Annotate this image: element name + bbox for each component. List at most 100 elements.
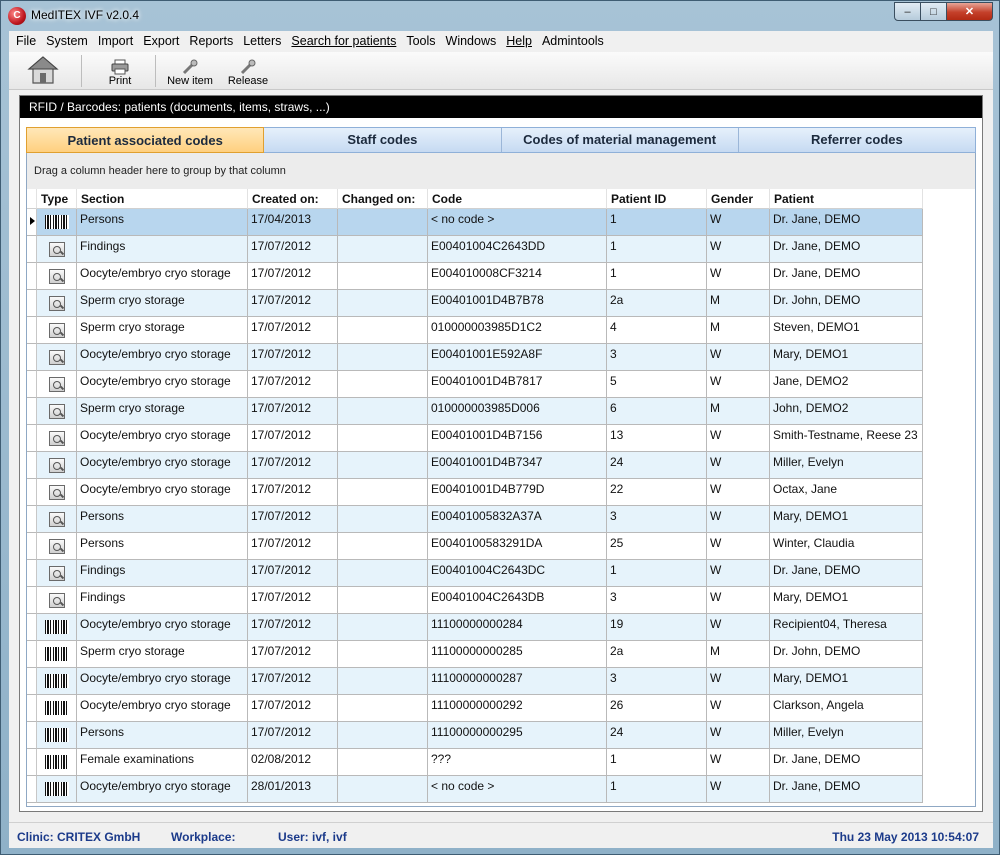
menu-file[interactable]: File xyxy=(11,31,41,51)
menu-import[interactable]: Import xyxy=(93,31,138,51)
column-header-section[interactable]: Section xyxy=(77,189,248,209)
table-row[interactable]: Persons 17/07/2012 E0040100583291DA 25 W Wint… xyxy=(27,533,923,560)
table-row[interactable]: Oocyte/embryo cryo storage 17/07/2012 E004… xyxy=(27,263,923,290)
tab-referrer-codes[interactable]: Referrer codes xyxy=(739,128,975,152)
tab-staff-codes[interactable]: Staff codes xyxy=(264,128,502,152)
row-indicator xyxy=(27,749,37,776)
status-bar: Clinic: CRITEX GmbH Workplace: User: ivf… xyxy=(9,822,993,848)
changed-cell xyxy=(338,425,428,452)
row-indicator xyxy=(27,371,37,398)
menu-windows[interactable]: Windows xyxy=(441,31,502,51)
column-header-patient[interactable]: Patient xyxy=(770,189,923,209)
created-cell: 17/07/2012 xyxy=(248,587,338,614)
type-cell xyxy=(37,371,77,398)
section-cell: Oocyte/embryo cryo storage xyxy=(77,695,248,722)
panel-title: RFID / Barcodes: patients (documents, it… xyxy=(20,96,982,118)
patient-id-cell: 2a xyxy=(607,641,707,668)
menu-tools[interactable]: Tools xyxy=(401,31,440,51)
patient-cell: Clarkson, Angela xyxy=(770,695,923,722)
menu-export[interactable]: Export xyxy=(138,31,184,51)
changed-cell xyxy=(338,452,428,479)
column-header-created-on[interactable]: Created on: xyxy=(248,189,338,209)
table-row[interactable]: Sperm cryo storage 17/07/2012 010000003985… xyxy=(27,398,923,425)
column-header-gender[interactable]: Gender xyxy=(707,189,770,209)
gender-cell: W xyxy=(707,371,770,398)
barcode-icon xyxy=(44,728,69,742)
table-row[interactable]: Oocyte/embryo cryo storage 17/07/2012 E004… xyxy=(27,344,923,371)
table-row[interactable]: Sperm cryo storage 17/07/2012 111000000002… xyxy=(27,641,923,668)
app-logo-icon[interactable]: C xyxy=(8,7,26,25)
table-row[interactable]: Oocyte/embryo cryo storage 17/07/2012 1110… xyxy=(27,695,923,722)
column-header-code[interactable]: Code xyxy=(428,189,607,209)
created-cell: 17/07/2012 xyxy=(248,398,338,425)
code-cell: 010000003985D1C2 xyxy=(428,317,607,344)
table-row[interactable]: Female examinations 02/08/2012??? 1 W Dr. Ja… xyxy=(27,749,923,776)
table-row[interactable]: Persons 17/07/2012 E00401005832A37A 3 W Mary,… xyxy=(27,506,923,533)
type-cell xyxy=(37,641,77,668)
section-cell: Oocyte/embryo cryo storage xyxy=(77,776,248,803)
tab-codes-of-material-management[interactable]: Codes of material management xyxy=(502,128,739,152)
section-cell: Sperm cryo storage xyxy=(77,290,248,317)
close-button[interactable]: ✕ xyxy=(946,2,993,21)
created-cell: 28/01/2013 xyxy=(248,776,338,803)
toolbar-separator xyxy=(81,55,82,87)
row-indicator xyxy=(27,614,37,641)
changed-cell xyxy=(338,344,428,371)
maximize-button[interactable]: □ xyxy=(920,2,947,21)
type-cell xyxy=(37,695,77,722)
group-by-area[interactable]: Drag a column header here to group by th… xyxy=(27,153,975,189)
column-header-patient-id[interactable]: Patient ID xyxy=(607,189,707,209)
menu-search-for-patients[interactable]: Search for patients xyxy=(286,31,401,51)
column-header-type[interactable]: Type xyxy=(37,189,77,209)
table-row[interactable]: Sperm cryo storage 17/07/2012 E00401001D4B… xyxy=(27,290,923,317)
type-cell xyxy=(37,533,77,560)
table-row[interactable]: Oocyte/embryo cryo storage 17/07/2012 1110… xyxy=(27,668,923,695)
table-row[interactable]: Findings 17/07/2012 E00401004C2643DC 1 W Dr. … xyxy=(27,560,923,587)
type-cell xyxy=(37,398,77,425)
menu-help[interactable]: Help xyxy=(501,31,537,51)
table-row[interactable]: Findings 17/07/2012 E00401004C2643DB 3 W Mary… xyxy=(27,587,923,614)
table-row[interactable]: Oocyte/embryo cryo storage 17/07/2012 E004… xyxy=(27,371,923,398)
home-icon[interactable] xyxy=(27,54,59,86)
changed-cell xyxy=(338,695,428,722)
table-row[interactable]: Oocyte/embryo cryo storage 17/07/2012 E004… xyxy=(27,425,923,452)
print-label: Print xyxy=(108,75,132,87)
table-row[interactable]: Persons 17/04/2013 < no code >1 W Dr. Jane, … xyxy=(27,209,923,236)
new-item-button[interactable]: New item xyxy=(165,52,215,90)
table-row[interactable]: Oocyte/embryo cryo storage 17/07/2012 E004… xyxy=(27,479,923,506)
patient-cell: Dr. John, DEMO xyxy=(770,641,923,668)
row-indicator xyxy=(27,560,37,587)
gender-cell: W xyxy=(707,263,770,290)
table-row[interactable]: Sperm cryo storage 17/07/2012 010000003985… xyxy=(27,317,923,344)
patient-id-cell: 19 xyxy=(607,614,707,641)
type-cell xyxy=(37,560,77,587)
menu-system[interactable]: System xyxy=(41,31,93,51)
gender-cell: M xyxy=(707,317,770,344)
gender-cell: W xyxy=(707,560,770,587)
column-header-changed-on[interactable]: Changed on: xyxy=(338,189,428,209)
tab-patient-associated-codes[interactable]: Patient associated codes xyxy=(26,127,265,153)
menu-reports[interactable]: Reports xyxy=(184,31,238,51)
rfid-tag-icon xyxy=(48,538,65,554)
type-cell xyxy=(37,344,77,371)
menu-letters[interactable]: Letters xyxy=(238,31,286,51)
patient-cell: Jane, DEMO2 xyxy=(770,371,923,398)
patient-id-cell: 3 xyxy=(607,506,707,533)
code-cell: E00401001E592A8F xyxy=(428,344,607,371)
section-cell: Findings xyxy=(77,236,248,263)
menu-bar: File System Import Export Reports Letters Sear… xyxy=(9,31,993,51)
row-indicator xyxy=(27,695,37,722)
section-cell: Oocyte/embryo cryo storage xyxy=(77,344,248,371)
print-button[interactable]: Print xyxy=(105,52,135,90)
release-button[interactable]: Release xyxy=(225,52,271,90)
minimize-button[interactable]: – xyxy=(894,2,921,21)
patient-id-cell: 4 xyxy=(607,317,707,344)
table-row[interactable]: Oocyte/embryo cryo storage 17/07/2012 1110… xyxy=(27,614,923,641)
menu-admintools[interactable]: Admintools xyxy=(537,31,609,51)
table-row[interactable]: Findings 17/07/2012 E00401004C2643DD 1 W Dr. … xyxy=(27,236,923,263)
title-bar[interactable]: C MedITEX IVF v2.0.4 – □ ✕ xyxy=(1,1,999,31)
table-row[interactable]: Oocyte/embryo cryo storage 28/01/2013 < no… xyxy=(27,776,923,803)
rfid-tag-icon xyxy=(48,322,65,338)
table-row[interactable]: Persons 17/07/2012 11100000000295 24 W Miller… xyxy=(27,722,923,749)
table-row[interactable]: Oocyte/embryo cryo storage 17/07/2012 E004… xyxy=(27,452,923,479)
